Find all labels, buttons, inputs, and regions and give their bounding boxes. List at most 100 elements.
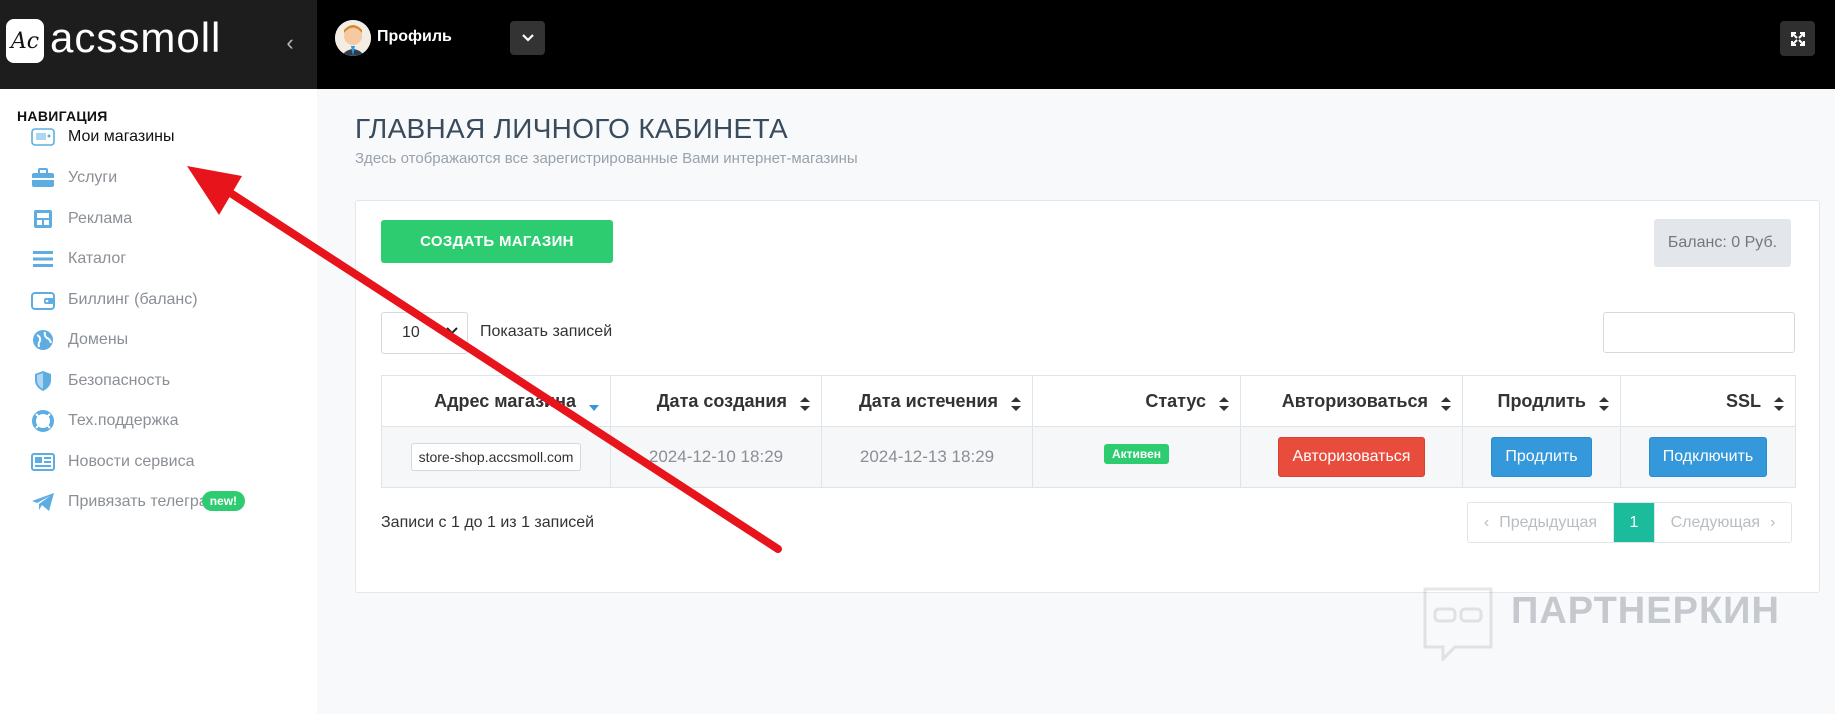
column-header-label: SSL	[1725, 390, 1761, 411]
column-header-label: Дата истечения	[858, 390, 998, 411]
column-header-created[interactable]: Дата создания	[610, 375, 822, 427]
create-shop-button[interactable]: СОЗДАТЬ МАГАЗИН	[381, 220, 613, 263]
table-row: store-shop.accsmoll.com 2024-12-10 18:29…	[381, 426, 1796, 488]
sidebar-item-my-shops[interactable]: Мои магазины	[30, 122, 175, 152]
expires-date: 2024-12-13 18:29	[859, 447, 995, 466]
pager-next-label: Следующая	[1670, 513, 1761, 531]
sidebar-item-label: Домены	[68, 331, 129, 348]
column-header-label: Авторизоваться	[1281, 390, 1428, 411]
page-subtitle: Здесь отображаются все зарегистрированны…	[355, 150, 858, 167]
sidebar-item-label: Новости сервиса	[68, 453, 195, 470]
cell-status: Активен	[1032, 426, 1241, 488]
sidebar-item-ads[interactable]: Реклама	[30, 204, 132, 234]
sidebar-item-domains[interactable]: Домены	[30, 325, 128, 355]
status-badge: Активен	[1103, 443, 1170, 464]
sort-icon	[1219, 397, 1229, 411]
sidebar-item-label: Привязать телегра	[68, 493, 208, 510]
sidebar-item-catalog[interactable]: Каталог	[30, 244, 126, 274]
ads-icon	[30, 208, 56, 230]
telegram-icon	[30, 491, 56, 513]
fullscreen-button[interactable]	[1780, 21, 1815, 56]
sidebar-item-security[interactable]: Безопасность	[30, 366, 170, 396]
column-header-login[interactable]: Авторизоваться	[1240, 375, 1463, 427]
top-bar: Ac acssmoll ‹ Профиль	[0, 0, 1835, 89]
renew-button[interactable]: Продлить	[1491, 437, 1592, 477]
cell-login: Авторизоваться	[1240, 426, 1463, 488]
cell-address: store-shop.accsmoll.com	[381, 426, 611, 488]
list-icon	[30, 248, 56, 270]
sidebar-item-label: Каталог	[68, 250, 127, 267]
pager-next-button[interactable]: Следующая ›	[1654, 503, 1791, 542]
column-header-ssl[interactable]: SSL	[1620, 375, 1796, 427]
logo-text[interactable]: acssmoll	[50, 14, 221, 62]
pager-prev-label: Предыдущая	[1499, 513, 1598, 531]
lifebuoy-icon	[30, 410, 56, 432]
sidebar-item-label: Мои магазины	[68, 128, 175, 145]
page-length-select[interactable]: 10	[381, 312, 468, 354]
sidebar-collapse-button[interactable]: ‹	[281, 28, 299, 58]
page-length-value: 10	[402, 324, 420, 341]
globe-icon	[30, 329, 56, 351]
sort-icon	[800, 397, 810, 411]
avatar[interactable]	[335, 20, 371, 56]
sidebar-item-label: Биллинг (баланс)	[68, 291, 198, 308]
pager-prev-button[interactable]: ‹ Предыдущая	[1468, 503, 1614, 542]
sort-icon	[1774, 397, 1784, 411]
page-title: ГЛАВНАЯ ЛИЧНОГО КАБИНЕТА	[355, 113, 788, 144]
sidebar-item-telegram[interactable]: Привязать телегра new!	[30, 487, 246, 517]
wallet-icon	[30, 289, 56, 311]
page-length-label: Показать записей	[480, 323, 613, 340]
shop-address-link[interactable]: store-shop.accsmoll.com	[410, 443, 582, 471]
chevron-down-icon	[521, 34, 534, 42]
sidebar-item-support[interactable]: Тех.поддержка	[30, 406, 179, 436]
column-header-label: Статус	[1145, 390, 1206, 411]
logo-area: Ac acssmoll ‹	[0, 0, 317, 89]
new-badge: new!	[201, 491, 246, 511]
sort-icon	[1011, 397, 1021, 411]
sort-desc-icon	[589, 405, 599, 411]
ssl-connect-button[interactable]: Подключить	[1648, 437, 1768, 477]
table-header-row: Адрес магазина Дата создания Дата истече…	[381, 375, 1796, 427]
cell-renew: Продлить	[1462, 426, 1621, 488]
column-header-renew[interactable]: Продлить	[1462, 375, 1621, 427]
column-header-label: Дата создания	[656, 390, 787, 411]
briefcase-icon	[30, 167, 56, 189]
sidebar-item-services[interactable]: Услуги	[30, 163, 117, 193]
table-info: Записи с 1 до 1 из 1 записей	[381, 514, 595, 531]
chevron-left-icon: ‹	[1483, 513, 1490, 531]
sort-icon	[1599, 397, 1609, 411]
shops-table: Адрес магазина Дата создания Дата истече…	[381, 375, 1796, 488]
sidebar-item-label: Безопасность	[68, 372, 171, 389]
chevron-down-icon	[446, 327, 458, 335]
sidebar-item-label: Услуги	[68, 169, 118, 186]
fullscreen-icon	[1790, 31, 1805, 46]
newspaper-icon	[30, 451, 56, 473]
profile-label[interactable]: Профиль	[377, 28, 452, 46]
watermark-text: ПАРТНЕРКИН	[1511, 590, 1780, 632]
shop-icon	[30, 126, 56, 148]
created-date: 2024-12-10 18:29	[648, 447, 784, 466]
cell-created: 2024-12-10 18:29	[610, 426, 822, 488]
cell-ssl: Подключить	[1620, 426, 1796, 488]
logo-badge[interactable]: Ac	[6, 19, 44, 63]
column-header-expires[interactable]: Дата истечения	[821, 375, 1033, 427]
pagination: ‹ Предыдущая 1 Следующая ›	[1467, 502, 1792, 543]
column-header-label: Продлить	[1497, 390, 1587, 411]
login-button[interactable]: Авторизоваться	[1277, 437, 1426, 477]
sidebar-item-label: Тех.поддержка	[68, 412, 179, 429]
sidebar-item-news[interactable]: Новости сервиса	[30, 447, 195, 477]
profile-dropdown-button[interactable]	[510, 21, 545, 55]
column-header-label: Адрес магазина	[434, 390, 576, 411]
avatar-image	[335, 20, 371, 56]
sidebar-item-billing[interactable]: Биллинг (баланс)	[30, 285, 198, 315]
cell-expires: 2024-12-13 18:29	[821, 426, 1033, 488]
shops-card: СОЗДАТЬ МАГАЗИН Баланс: 0 Руб. 10 Показа…	[355, 200, 1820, 593]
sort-icon	[1441, 397, 1451, 411]
search-input[interactable]	[1603, 312, 1795, 353]
column-header-address[interactable]: Адрес магазина	[381, 375, 611, 427]
sidebar-item-label: Реклама	[68, 210, 133, 227]
shield-icon	[30, 370, 56, 392]
column-header-status[interactable]: Статус	[1032, 375, 1241, 427]
pager-page-1[interactable]: 1	[1614, 503, 1654, 542]
chevron-right-icon: ›	[1770, 513, 1776, 531]
